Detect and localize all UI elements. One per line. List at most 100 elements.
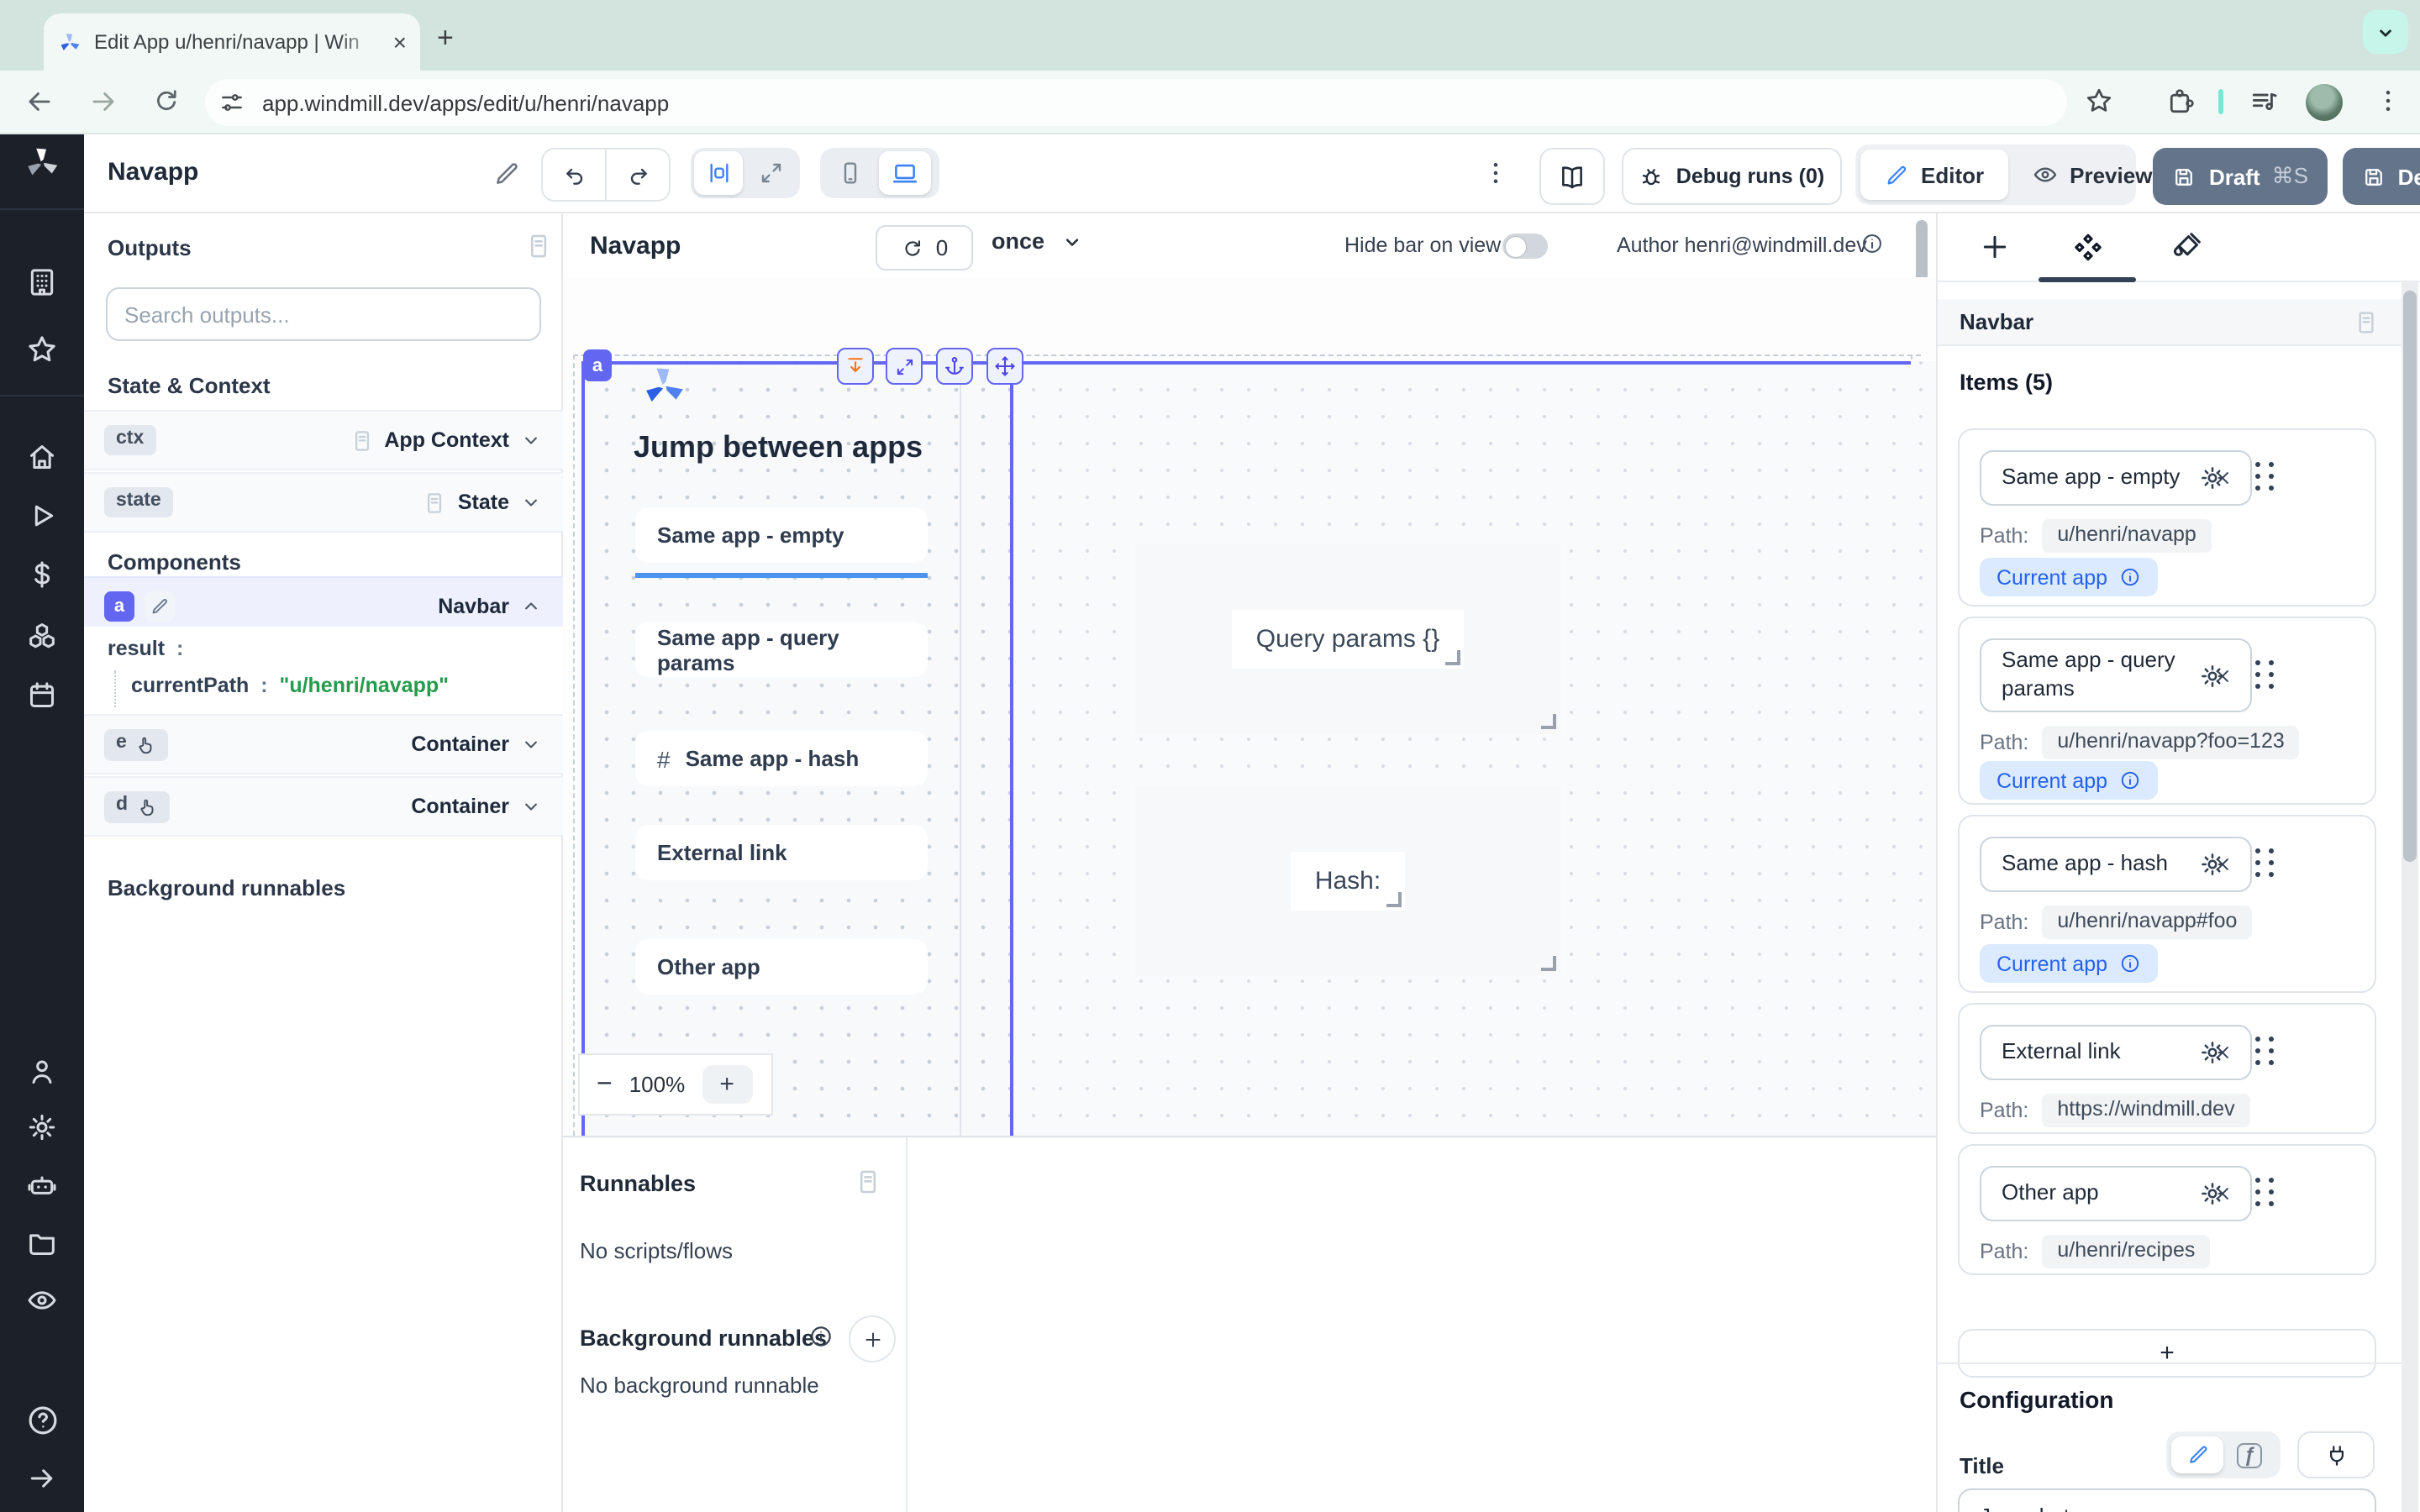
- item-settings-gear-icon[interactable]: [2198, 1038, 2227, 1067]
- drag-handle[interactable]: [2255, 1178, 2275, 1208]
- static-value-mode-button[interactable]: [2171, 1436, 2223, 1473]
- path-value[interactable]: u/henri/navapp: [2042, 519, 2211, 553]
- browser-menu-icon[interactable]: [2373, 86, 2403, 116]
- nav-item-hash[interactable]: #Same app - hash: [635, 731, 928, 786]
- sidebar-item-resources[interactable]: [25, 620, 59, 654]
- back-button[interactable]: [24, 86, 55, 118]
- bookmark-star-icon[interactable]: [2084, 86, 2114, 116]
- output-row-ctx[interactable]: ctx App Context: [84, 410, 563, 470]
- zoom-out-button[interactable]: −: [597, 1069, 613, 1100]
- drag-handle[interactable]: [2255, 462, 2275, 492]
- chevron-up-icon[interactable]: [519, 595, 543, 618]
- sidebar-item-help[interactable]: [25, 1403, 60, 1438]
- chevron-down-icon[interactable]: [519, 732, 543, 756]
- nav-item-external-link[interactable]: External link: [635, 825, 928, 880]
- component-row-container-e[interactable]: e Container: [84, 714, 563, 774]
- undo-button[interactable]: [543, 150, 607, 200]
- edit-title-pencil-icon[interactable]: [492, 160, 521, 188]
- item-settings-gear-icon[interactable]: [2198, 1179, 2227, 1208]
- item-settings-gear-icon[interactable]: [2198, 464, 2227, 492]
- fill-height-handle[interactable]: [837, 348, 874, 385]
- sidebar-item-apps[interactable]: [25, 265, 59, 299]
- current-path-row[interactable]: currentPath : "u/henri/navapp": [131, 674, 449, 697]
- profile-avatar[interactable]: [2306, 84, 2343, 121]
- sidebar-item-settings[interactable]: [25, 1110, 59, 1144]
- windmill-logo[interactable]: [22, 143, 62, 183]
- sidebar-item-users[interactable]: [25, 1055, 59, 1089]
- nav-item-query-params[interactable]: Same app - query params: [635, 622, 928, 677]
- connect-input-button[interactable]: [2297, 1431, 2375, 1478]
- resize-corner[interactable]: [1444, 650, 1460, 665]
- path-value[interactable]: u/henri/navapp?foo=123: [2042, 726, 2299, 759]
- resize-corner[interactable]: [1541, 714, 1556, 729]
- chevron-down-icon[interactable]: [519, 428, 543, 452]
- deploy-button[interactable]: Deploy: [2343, 148, 2420, 205]
- docs-button[interactable]: [1539, 148, 1605, 205]
- sidebar-item-home[interactable]: [25, 440, 59, 474]
- full-width-layout-button[interactable]: [746, 151, 795, 195]
- info-icon[interactable]: [808, 1324, 834, 1349]
- drag-handle[interactable]: [2255, 660, 2275, 690]
- preview-tab[interactable]: Preview: [2007, 150, 2175, 200]
- sidebar-item-audit-logs[interactable]: [25, 1284, 59, 1317]
- nav-item-same-app-empty[interactable]: Same app - empty: [635, 507, 928, 563]
- desktop-view-button[interactable]: [879, 151, 931, 195]
- forward-button[interactable]: [87, 86, 119, 118]
- anchor-handle[interactable]: [936, 348, 973, 385]
- styling-tab[interactable]: [2170, 230, 2203, 264]
- item-settings-gear-icon[interactable]: [2198, 662, 2227, 690]
- sidebar-item-workers[interactable]: [25, 1169, 59, 1203]
- author-info-icon[interactable]: [1860, 232, 1884, 255]
- browser-tab[interactable]: Edit App u/henri/navapp | Win ×: [44, 13, 420, 71]
- zoom-in-button[interactable]: +: [702, 1065, 752, 1104]
- panel-doc-icon[interactable]: [854, 1168, 882, 1196]
- sidebar-item-variables[interactable]: [25, 558, 59, 591]
- mobile-view-button[interactable]: [823, 151, 876, 195]
- rename-pencil-icon[interactable]: [145, 591, 175, 622]
- media-playlist-icon[interactable]: [2249, 86, 2281, 118]
- inspector-scrollbar-thumb[interactable]: [2403, 291, 2417, 862]
- settings-tab[interactable]: [2070, 230, 2106, 265]
- sidebar-item-favorites[interactable]: [25, 333, 59, 366]
- path-value[interactable]: u/henri/recipes: [2042, 1235, 2210, 1268]
- sidebar-expand-icon[interactable]: [25, 1462, 59, 1495]
- component-row-container-d[interactable]: d Container: [84, 776, 563, 837]
- output-row-state[interactable]: state State: [84, 472, 563, 533]
- query-params-container[interactable]: Query params {}: [1134, 544, 1561, 734]
- panel-doc-icon[interactable]: [2353, 308, 2380, 335]
- add-item-button[interactable]: +: [1958, 1329, 2376, 1378]
- debug-runs-button[interactable]: Debug runs (0): [1622, 148, 1842, 205]
- info-icon[interactable]: [2119, 953, 2141, 974]
- resize-corner[interactable]: [1541, 956, 1556, 971]
- resize-corner[interactable]: [1386, 892, 1401, 907]
- more-options-kebab-icon[interactable]: [1481, 158, 1511, 188]
- nav-item-other-app[interactable]: Other app: [635, 939, 928, 995]
- hide-bar-toggle[interactable]: [1502, 234, 1548, 259]
- expand-handle[interactable]: [886, 348, 923, 385]
- add-background-runnable-button[interactable]: [849, 1315, 896, 1362]
- site-settings-icon[interactable]: [218, 89, 245, 116]
- reload-button[interactable]: [151, 86, 182, 116]
- tab-search-button[interactable]: [2363, 10, 2408, 54]
- sidebar-item-runs[interactable]: [25, 499, 59, 533]
- item-settings-gear-icon[interactable]: [2198, 850, 2227, 879]
- redo-button[interactable]: [607, 161, 669, 188]
- path-value[interactable]: https://windmill.dev: [2042, 1094, 2249, 1127]
- hash-container[interactable]: Hash:: [1134, 786, 1561, 976]
- editor-tab[interactable]: Editor: [1860, 150, 2007, 200]
- expression-mode-button[interactable]: ƒ: [2223, 1436, 2275, 1473]
- schedule-dropdown[interactable]: once: [992, 228, 1083, 254]
- chevron-down-icon[interactable]: [519, 491, 543, 514]
- title-input[interactable]: Jump between apps: [1958, 1488, 2376, 1512]
- path-value[interactable]: u/henri/navapp#foo: [2042, 906, 2252, 939]
- insert-component-tab[interactable]: [1978, 230, 2012, 264]
- info-icon[interactable]: [2119, 566, 2141, 588]
- refresh-button[interactable]: 0: [876, 225, 973, 270]
- panel-doc-icon[interactable]: [524, 232, 553, 260]
- draft-button[interactable]: Draft ⌘S: [2153, 148, 2328, 205]
- drag-handle[interactable]: [2255, 848, 2275, 879]
- address-bar[interactable]: app.windmill.dev/apps/edit/u/henri/navap…: [205, 79, 2067, 126]
- new-tab-button[interactable]: +: [437, 24, 454, 52]
- center-layout-button[interactable]: [694, 151, 743, 195]
- drag-handle[interactable]: [2255, 1037, 2275, 1067]
